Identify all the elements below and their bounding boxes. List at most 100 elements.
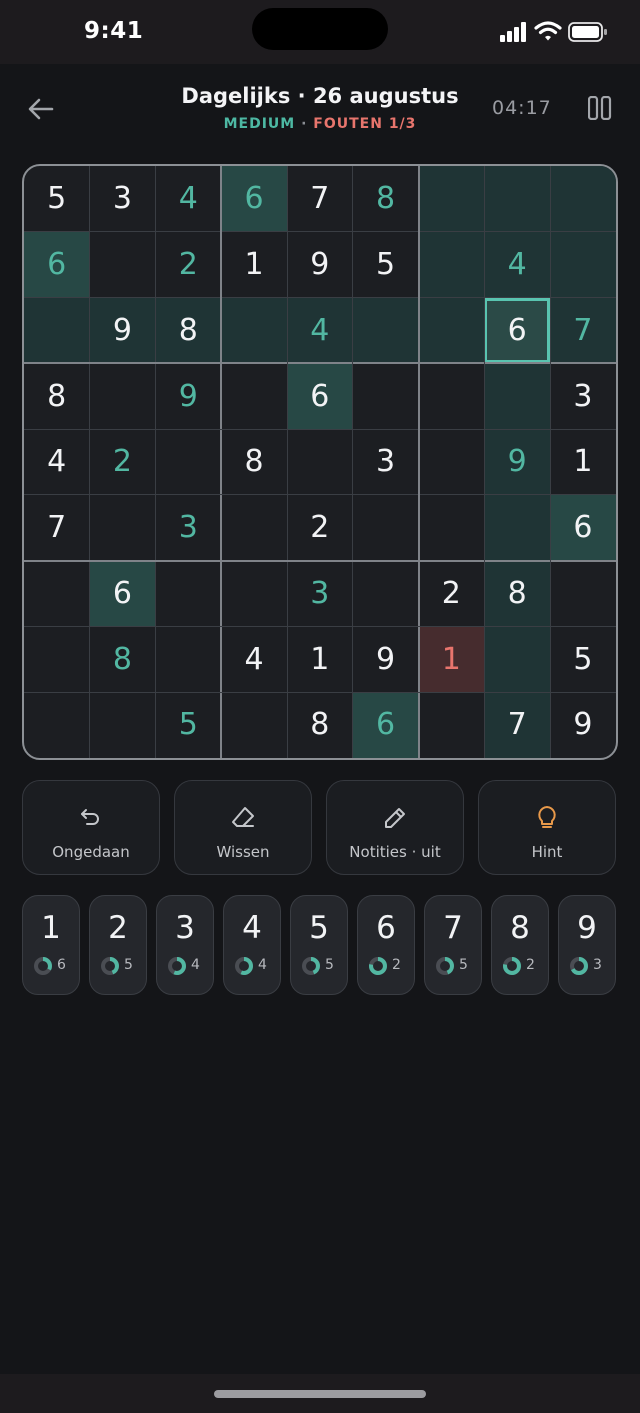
board-cell[interactable]: 9 — [484, 429, 550, 495]
board-cell[interactable] — [419, 692, 484, 757]
board-cell[interactable] — [550, 166, 616, 232]
board-cell[interactable] — [419, 495, 484, 560]
board-cell[interactable]: 5 — [156, 692, 221, 757]
board-cell[interactable] — [90, 363, 155, 428]
board-cell[interactable] — [156, 429, 221, 494]
board-cell[interactable]: 1 — [550, 429, 615, 494]
board-cell[interactable]: 8 — [221, 429, 286, 494]
number-key-1[interactable]: 16 — [22, 895, 80, 995]
board-cell[interactable] — [550, 561, 615, 626]
notes-toggle-button[interactable]: Notities · uit — [326, 780, 464, 875]
board-cell[interactable]: 3 — [90, 166, 155, 231]
board-cell[interactable] — [221, 297, 287, 363]
board-cell[interactable] — [90, 232, 155, 297]
number-key-5[interactable]: 55 — [290, 895, 348, 995]
board-cell[interactable] — [484, 626, 550, 692]
board-cell[interactable] — [221, 692, 286, 757]
board-cell[interactable]: 8 — [90, 626, 155, 691]
hint-button[interactable]: Hint — [478, 780, 616, 875]
dynamic-island — [252, 8, 388, 50]
board-cell[interactable]: 4 — [221, 626, 286, 691]
board-cell[interactable] — [484, 363, 550, 429]
board-cell[interactable]: 2 — [419, 561, 484, 626]
board-cell[interactable]: 2 — [287, 495, 352, 560]
board-cell[interactable]: 3 — [287, 561, 352, 626]
selected-cell[interactable]: 6 — [484, 297, 550, 363]
board-cell[interactable] — [418, 297, 485, 363]
board-cell[interactable]: 4 — [24, 429, 89, 494]
board-cell[interactable]: 8 — [484, 560, 550, 627]
board-cell[interactable] — [484, 166, 550, 232]
board-cell[interactable]: 7 — [24, 495, 89, 560]
board-cell[interactable]: 2 — [156, 232, 221, 297]
board-cell[interactable]: 6 — [352, 692, 419, 758]
board-cell[interactable] — [419, 363, 484, 428]
board-cell[interactable]: 6 — [89, 560, 156, 627]
number-key-3[interactable]: 34 — [156, 895, 214, 995]
number-key-6[interactable]: 62 — [357, 895, 415, 995]
number-key-2[interactable]: 25 — [89, 895, 147, 995]
number-key-digit: 6 — [376, 910, 396, 946]
board-cell[interactable]: 9 — [550, 692, 615, 757]
board-cell[interactable] — [484, 494, 550, 561]
board-cell[interactable]: 3 — [353, 429, 418, 494]
board-cell[interactable]: 6 — [221, 166, 287, 232]
board-cell[interactable] — [352, 297, 419, 363]
board-cell[interactable] — [353, 495, 418, 560]
board-cell[interactable] — [418, 231, 485, 298]
board-cell[interactable] — [24, 561, 89, 626]
board-cell[interactable]: 3 — [156, 495, 221, 560]
board-cell[interactable]: 9 — [89, 297, 156, 363]
board-cell[interactable]: 2 — [90, 429, 155, 494]
board-cell[interactable]: 4 — [287, 297, 353, 363]
board-cell[interactable]: 5 — [550, 626, 615, 691]
board-cell[interactable] — [24, 626, 89, 691]
board-cell[interactable] — [24, 297, 90, 363]
back-arrow-icon[interactable] — [26, 94, 56, 124]
board-cell[interactable] — [90, 495, 155, 560]
board-cell[interactable]: 4 — [484, 231, 550, 298]
board-cell[interactable]: 9 — [287, 232, 352, 297]
board-cell[interactable] — [419, 429, 484, 494]
pause-icon[interactable] — [588, 96, 612, 120]
board-cell[interactable]: 5 — [353, 232, 418, 297]
board-cell[interactable] — [287, 429, 352, 494]
erase-button[interactable]: Wissen — [174, 780, 312, 875]
board-cell[interactable] — [24, 692, 89, 757]
board-cell[interactable]: 7 — [484, 692, 550, 758]
board-cell[interactable] — [90, 692, 155, 757]
board-cell[interactable] — [418, 166, 485, 232]
board-cell[interactable]: 8 — [353, 166, 418, 231]
home-indicator[interactable] — [214, 1390, 426, 1398]
board-cell[interactable]: 6 — [550, 494, 616, 561]
board-cell[interactable] — [221, 561, 286, 626]
board-cell[interactable] — [353, 363, 418, 428]
board-cell[interactable] — [156, 626, 221, 691]
board-cell[interactable]: 8 — [155, 297, 221, 363]
number-key-4[interactable]: 44 — [223, 895, 281, 995]
board-cell[interactable]: 5 — [24, 166, 89, 231]
board-cell[interactable]: 7 — [287, 166, 352, 231]
error-cell[interactable]: 1 — [418, 626, 485, 692]
board-cell[interactable]: 9 — [353, 626, 418, 691]
board-cell[interactable]: 9 — [156, 363, 221, 428]
board-cell[interactable]: 6 — [287, 363, 353, 429]
number-key-9[interactable]: 93 — [558, 895, 616, 995]
board-cell[interactable] — [221, 363, 286, 428]
board-cell[interactable]: 1 — [287, 626, 352, 691]
board-cell[interactable] — [156, 561, 221, 626]
board-cell[interactable] — [550, 231, 616, 298]
board-cell[interactable]: 8 — [24, 363, 89, 428]
number-key-7[interactable]: 75 — [424, 895, 482, 995]
grid-line-vertical — [286, 166, 288, 758]
board-cell[interactable] — [221, 495, 286, 560]
board-cell[interactable]: 8 — [287, 692, 352, 757]
board-cell[interactable]: 6 — [24, 231, 90, 298]
number-key-8[interactable]: 82 — [491, 895, 549, 995]
undo-button[interactable]: Ongedaan — [22, 780, 160, 875]
board-cell[interactable]: 4 — [156, 166, 221, 231]
board-cell[interactable]: 7 — [550, 297, 616, 363]
board-cell[interactable]: 1 — [221, 232, 286, 297]
board-cell[interactable]: 3 — [550, 363, 615, 428]
board-cell[interactable] — [353, 561, 418, 626]
